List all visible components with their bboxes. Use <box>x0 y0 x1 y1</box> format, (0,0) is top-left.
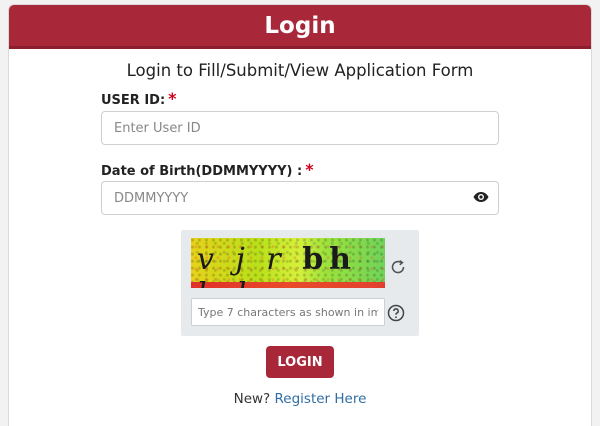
help-icon[interactable] <box>387 304 405 322</box>
captcha-text: v j r bh k k <box>197 242 385 288</box>
dob-label-text: Date of Birth(DDMMYYYY) : <box>101 164 303 179</box>
register-prefix: New? <box>233 391 271 407</box>
user-id-input[interactable] <box>101 111 499 145</box>
register-link[interactable]: Register Here <box>275 391 367 407</box>
dob-input[interactable] <box>101 181 499 215</box>
required-mark: * <box>305 160 314 179</box>
eye-icon[interactable] <box>473 191 489 203</box>
required-mark: * <box>168 89 177 108</box>
captcha-text-part: v j r <box>197 242 303 277</box>
login-card: Login Login to Fill/Submit/View Applicat… <box>8 4 592 426</box>
captcha-input[interactable] <box>191 298 385 326</box>
captcha-panel: v j r bh k k <box>181 230 419 336</box>
captcha-text-part: bh <box>302 242 357 277</box>
captcha-text-part: k k <box>197 277 261 288</box>
user-id-label: USER ID: * <box>101 89 177 108</box>
user-id-label-text: USER ID: <box>101 93 166 108</box>
captcha-image: v j r bh k k <box>191 238 385 288</box>
refresh-icon[interactable] <box>389 258 407 276</box>
login-header: Login <box>9 5 591 49</box>
login-button[interactable]: LOGIN <box>266 346 334 378</box>
page-title: Login <box>264 12 336 39</box>
register-prompt: New? Register Here <box>9 391 591 407</box>
dob-label: Date of Birth(DDMMYYYY) : * <box>101 160 314 179</box>
form-subtitle: Login to Fill/Submit/View Application Fo… <box>126 61 474 80</box>
